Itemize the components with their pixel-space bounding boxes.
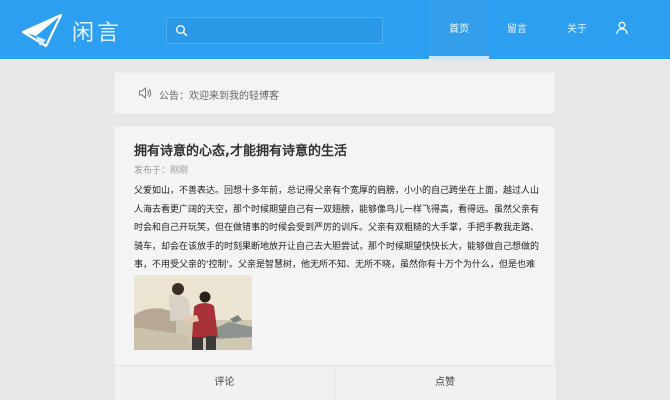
post-meta: 发布于：刚刚 xyxy=(134,166,189,176)
post-title[interactable]: 拥有诗意的心态,才能拥有诗意的生活 xyxy=(134,140,347,159)
nav-messages[interactable]: 留言 xyxy=(497,0,537,59)
announcement-text: 公告：欢迎来到我的轻博客 xyxy=(159,91,279,102)
top-bar: 闲言 首页 留言 关于 xyxy=(0,0,670,59)
search-icon[interactable] xyxy=(175,24,188,37)
site-brand[interactable]: 闲言 xyxy=(72,15,122,47)
comment-button[interactable]: 评论 xyxy=(115,366,335,400)
announcement-bar: 公告：欢迎来到我的轻博客 xyxy=(114,72,555,114)
user-icon[interactable] xyxy=(615,21,629,35)
post-card: 拥有诗意的心态,才能拥有诗意的生活 发布于：刚刚 父爱如山，不善表达。回想十多年… xyxy=(114,126,556,400)
post-actions: 评论 点赞 xyxy=(115,365,556,400)
nav-about[interactable]: 关于 xyxy=(557,0,597,59)
paper-plane-logo-icon[interactable] xyxy=(22,13,62,49)
post-photo[interactable] xyxy=(134,275,252,350)
search-box[interactable] xyxy=(166,17,383,44)
search-input[interactable] xyxy=(195,21,375,40)
nav-home[interactable]: 首页 xyxy=(429,0,489,59)
speaker-icon xyxy=(139,86,152,100)
like-button[interactable]: 点赞 xyxy=(335,366,555,400)
